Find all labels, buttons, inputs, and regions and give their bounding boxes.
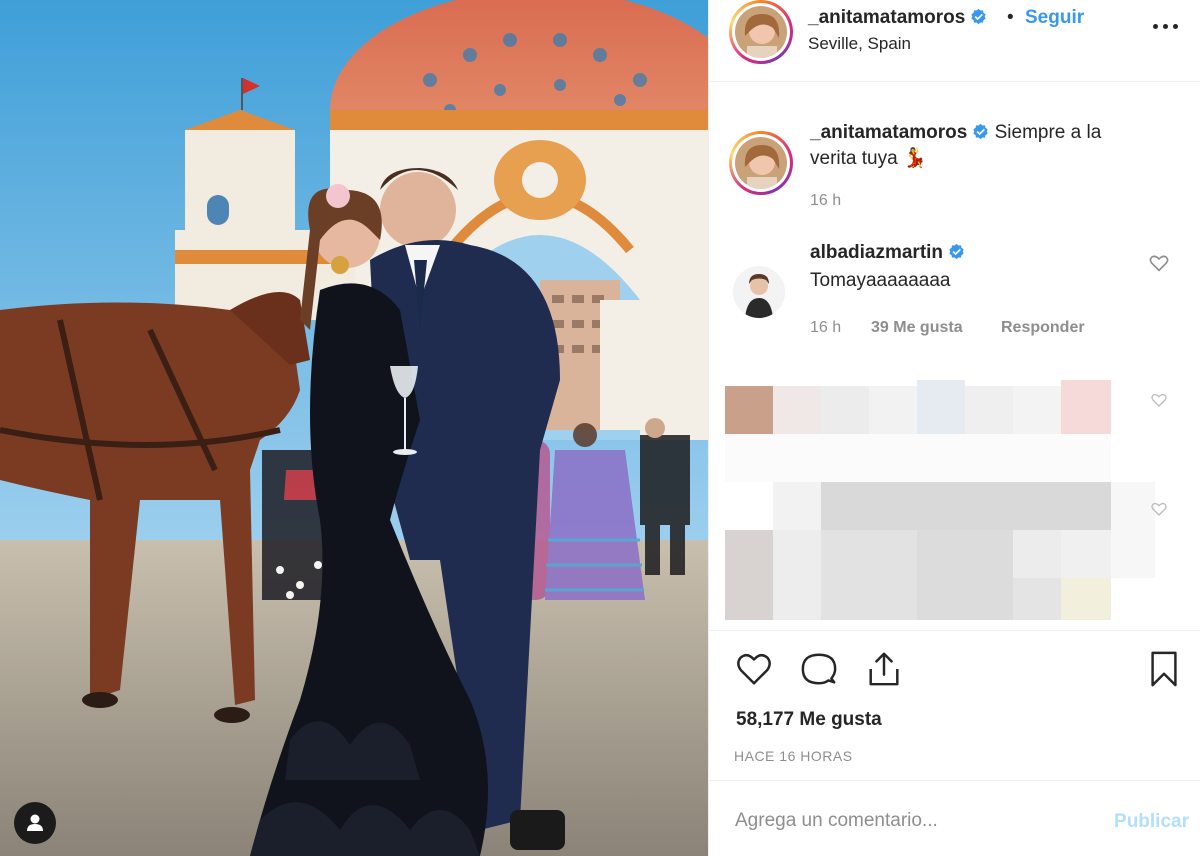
comment-like-heart-icon[interactable] (1151, 501, 1167, 517)
comment-likes-count[interactable]: 39 Me gusta (871, 319, 963, 337)
more-dot (1163, 24, 1168, 29)
caption-text: _anitamatamoros Siempre a la verita tuya… (810, 120, 1140, 172)
author-avatar[interactable] (729, 0, 793, 64)
post-location[interactable]: Seville, Spain (808, 34, 911, 54)
caption-author-avatar[interactable] (729, 131, 793, 195)
more-horizontal-icon (1153, 24, 1158, 29)
caption-time: 16 h (810, 192, 842, 209)
user-icon (27, 814, 43, 831)
blurred-avatar (725, 530, 773, 620)
reply-button[interactable]: Responder (1001, 319, 1085, 337)
blur-tile (1013, 578, 1061, 620)
heart-outline-icon[interactable] (735, 650, 773, 688)
blur-tile (1061, 578, 1111, 620)
blur-tile (773, 386, 821, 434)
more-options-button[interactable] (1153, 16, 1179, 36)
blurred-avatar (725, 386, 773, 434)
blur-tile (773, 482, 821, 530)
blur-tile (917, 380, 965, 434)
separator-dot: • (1007, 7, 1014, 28)
caption-author[interactable]: _anitamatamoros (810, 122, 967, 143)
follow-button[interactable]: Seguir (1025, 7, 1084, 29)
post-details-panel: _anitamatamoros • Seguir Seville, Spain … (708, 0, 1200, 856)
blur-tile (725, 434, 1111, 482)
comment-time: 16 h (810, 319, 842, 336)
bookmark-icon[interactable] (1145, 650, 1183, 688)
author-username-text[interactable]: _anitamatamoros (808, 7, 965, 28)
tagged-users-button[interactable] (14, 802, 56, 844)
avatar-photo (735, 137, 787, 189)
verified-badge-icon (949, 243, 964, 260)
blur-tile (1061, 380, 1111, 434)
avatar-photo (733, 266, 785, 318)
blur-tile (1013, 530, 1061, 578)
comment-input[interactable] (735, 807, 1075, 835)
author-username[interactable]: _anitamatamoros (808, 7, 987, 29)
blur-tile (773, 530, 821, 620)
share-icon[interactable] (865, 650, 903, 688)
publish-button[interactable]: Publicar (1114, 811, 1189, 833)
comment-like-heart-icon[interactable] (1151, 392, 1167, 408)
comment-like-heart-icon[interactable] (1149, 254, 1169, 272)
post-photo[interactable] (0, 0, 708, 856)
blur-tile (821, 530, 917, 620)
dancer-emoji: 💃 (902, 148, 927, 169)
blur-tile (821, 386, 869, 434)
blur-tile (1013, 386, 1061, 434)
post-actions: 58,177 Me gusta HACE 16 HORAS (709, 630, 1200, 780)
comment-composer: Publicar (709, 780, 1200, 856)
blur-tile (917, 530, 1013, 620)
speech-bubble-icon[interactable] (800, 650, 838, 688)
commenter-avatar[interactable] (733, 266, 785, 318)
blur-tile (965, 386, 1013, 434)
blur-tile (821, 482, 1111, 530)
post-age[interactable]: HACE 16 HORAS (734, 748, 853, 764)
more-dot (1173, 24, 1178, 29)
blur-tile (1111, 482, 1155, 578)
verified-badge-icon (973, 123, 988, 140)
blur-tile (869, 386, 917, 434)
verified-badge-icon (971, 8, 986, 25)
avatar-photo (735, 6, 787, 58)
post-image (0, 0, 708, 856)
commenter-username[interactable]: albadiazmartin (810, 242, 965, 264)
blur-tile (1061, 530, 1111, 578)
commenter-username-text[interactable]: albadiazmartin (810, 242, 943, 263)
likes-count[interactable]: 58,177 Me gusta (736, 709, 882, 731)
blurred-comments (725, 380, 1155, 620)
comment-text: Tomayaaaaaaaa (810, 270, 951, 291)
post-header: _anitamatamoros • Seguir Seville, Spain (709, 0, 1200, 82)
